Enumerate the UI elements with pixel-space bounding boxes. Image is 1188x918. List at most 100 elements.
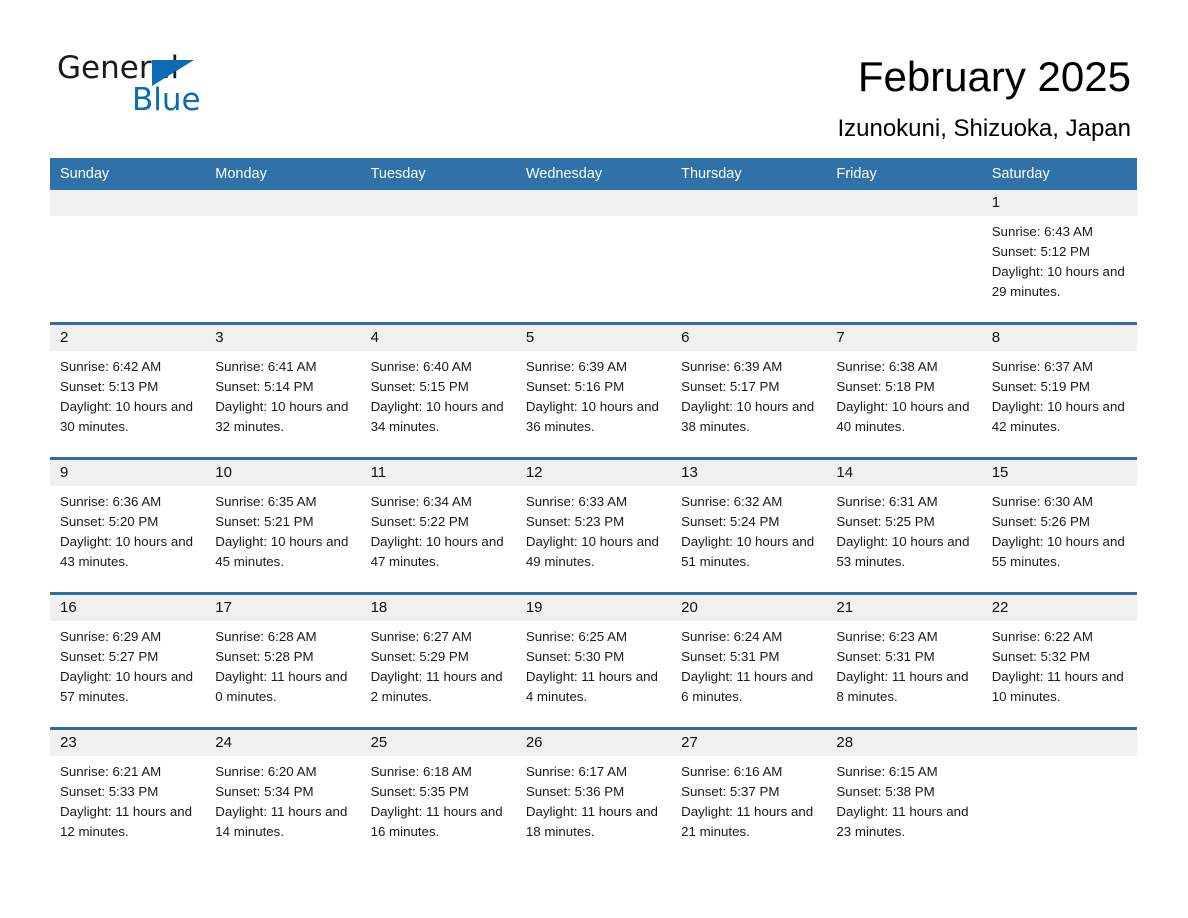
day-number: 11 [360, 460, 516, 486]
day-details: Sunrise: 6:36 AM Sunset: 5:20 PM Daylight:… [50, 486, 205, 572]
sunrise-text: Sunrise: 6:20 AM [215, 764, 317, 779]
weekday-header-sunday: Sunday [50, 158, 206, 190]
calendar-empty-cell [671, 190, 827, 324]
calendar-day-cell[interactable]: 3 Sunrise: 6:41 AM Sunset: 5:14 PM Daylight… [205, 322, 361, 459]
sunset-text: Sunset: 5:34 PM [215, 784, 314, 799]
calendar-day-cell[interactable]: 16 Sunrise: 6:29 AM Sunset: 5:27 PM Dayligh… [50, 592, 206, 729]
daylight-text: Daylight: 10 hours and 34 minutes. [370, 399, 504, 434]
calendar-day-cell[interactable]: 15 Sunrise: 6:30 AM Sunset: 5:26 PM Dayligh… [981, 457, 1137, 594]
sunrise-text: Sunrise: 6:39 AM [681, 359, 783, 374]
daylight-text: Daylight: 10 hours and 55 minutes. [991, 534, 1125, 569]
day-number: 22 [981, 595, 1137, 621]
day-details: Sunrise: 6:18 AM Sunset: 5:35 PM Daylight:… [361, 756, 516, 842]
day-number: 5 [515, 325, 672, 351]
sunrise-text: Sunrise: 6:28 AM [215, 629, 317, 644]
sunset-text: Sunset: 5:38 PM [836, 784, 935, 799]
sunrise-text: Sunrise: 6:40 AM [370, 359, 472, 374]
calendar-day-cell[interactable]: 12 Sunrise: 6:33 AM Sunset: 5:23 PM Dayligh… [515, 457, 672, 594]
weekday-header-friday: Friday [826, 158, 982, 190]
calendar-day-cell[interactable]: 23 Sunrise: 6:21 AM Sunset: 5:33 PM Dayligh… [50, 727, 206, 862]
general-blue-logo[interactable]: General Blue [57, 50, 317, 120]
daylight-text: Daylight: 10 hours and 45 minutes. [215, 534, 349, 569]
day-number: 12 [515, 460, 672, 486]
daylight-text: Daylight: 10 hours and 40 minutes. [836, 399, 970, 434]
sunset-text: Sunset: 5:31 PM [836, 649, 935, 664]
day-number: 28 [826, 730, 982, 756]
sunrise-text: Sunrise: 6:41 AM [215, 359, 317, 374]
sunset-text: Sunset: 5:20 PM [60, 514, 159, 529]
calendar-week-row: 1 Sunrise: 6:43 AM Sunset: 5:12 PM Daylight… [50, 190, 1137, 324]
calendar-day-cell[interactable]: 27 Sunrise: 6:16 AM Sunset: 5:37 PM Dayligh… [671, 727, 827, 862]
sunrise-text: Sunrise: 6:32 AM [681, 494, 783, 509]
sunrise-text: Sunrise: 6:15 AM [836, 764, 938, 779]
day-details: Sunrise: 6:32 AM Sunset: 5:24 PM Daylight:… [671, 486, 826, 572]
calendar-day-cell[interactable]: 22 Sunrise: 6:22 AM Sunset: 5:32 PM Dayligh… [981, 592, 1137, 729]
calendar-day-cell[interactable]: 5 Sunrise: 6:39 AM Sunset: 5:16 PM Daylight… [515, 322, 672, 459]
sunrise-text: Sunrise: 6:42 AM [60, 359, 162, 374]
calendar-day-cell[interactable]: 13 Sunrise: 6:32 AM Sunset: 5:24 PM Dayligh… [671, 457, 827, 594]
calendar-week-row: 23 Sunrise: 6:21 AM Sunset: 5:33 PM Dayligh… [50, 727, 1137, 862]
page-subtitle-location: Izunokuni, Shizuoka, Japan [837, 115, 1131, 142]
daylight-text: Daylight: 10 hours and 42 minutes. [991, 399, 1125, 434]
sunset-text: Sunset: 5:33 PM [60, 784, 159, 799]
sunset-text: Sunset: 5:21 PM [215, 514, 314, 529]
sunrise-text: Sunrise: 6:34 AM [370, 494, 472, 509]
daylight-text: Daylight: 10 hours and 38 minutes. [681, 399, 815, 434]
calendar-day-cell[interactable]: 7 Sunrise: 6:38 AM Sunset: 5:18 PM Daylight… [826, 322, 982, 459]
day-details: Sunrise: 6:34 AM Sunset: 5:22 PM Daylight:… [361, 486, 516, 572]
day-number [981, 730, 1137, 756]
day-number [360, 190, 516, 216]
calendar-day-cell[interactable]: 14 Sunrise: 6:31 AM Sunset: 5:25 PM Dayligh… [826, 457, 982, 594]
calendar-day-cell[interactable]: 10 Sunrise: 6:35 AM Sunset: 5:21 PM Dayligh… [205, 457, 361, 594]
weekday-header-monday: Monday [205, 158, 361, 190]
day-number [826, 190, 982, 216]
calendar-day-cell[interactable]: 18 Sunrise: 6:27 AM Sunset: 5:29 PM Dayligh… [360, 592, 516, 729]
day-number: 4 [360, 325, 516, 351]
calendar-week-row: 2 Sunrise: 6:42 AM Sunset: 5:13 PM Daylight… [50, 322, 1137, 459]
daylight-text: Daylight: 11 hours and 6 minutes. [681, 669, 814, 704]
calendar-day-cell[interactable]: 26 Sunrise: 6:17 AM Sunset: 5:36 PM Dayligh… [515, 727, 672, 862]
calendar-day-cell[interactable]: 21 Sunrise: 6:23 AM Sunset: 5:31 PM Dayligh… [826, 592, 982, 729]
day-number: 8 [981, 325, 1137, 351]
day-number: 26 [515, 730, 672, 756]
day-number: 25 [360, 730, 516, 756]
day-details: Sunrise: 6:22 AM Sunset: 5:32 PM Daylight:… [982, 621, 1137, 707]
day-number: 2 [50, 325, 206, 351]
calendar-grid: Sunday Monday Tuesday Wednesday Thursday… [50, 158, 1137, 862]
day-details: Sunrise: 6:39 AM Sunset: 5:16 PM Daylight:… [516, 351, 671, 437]
calendar-day-cell[interactable]: 24 Sunrise: 6:20 AM Sunset: 5:34 PM Dayligh… [205, 727, 361, 862]
calendar-day-cell[interactable]: 6 Sunrise: 6:39 AM Sunset: 5:17 PM Daylight… [671, 322, 827, 459]
day-details: Sunrise: 6:37 AM Sunset: 5:19 PM Daylight:… [982, 351, 1137, 437]
day-number: 19 [515, 595, 672, 621]
day-number: 6 [671, 325, 827, 351]
daylight-text: Daylight: 10 hours and 53 minutes. [836, 534, 970, 569]
day-number: 24 [205, 730, 361, 756]
weekday-header-saturday: Saturday [981, 158, 1137, 190]
calendar-day-cell[interactable]: 20 Sunrise: 6:24 AM Sunset: 5:31 PM Dayligh… [671, 592, 827, 729]
calendar-day-cell[interactable]: 17 Sunrise: 6:28 AM Sunset: 5:28 PM Dayligh… [205, 592, 361, 729]
calendar-empty-cell [205, 190, 361, 324]
sunset-text: Sunset: 5:32 PM [991, 649, 1090, 664]
calendar-day-cell[interactable]: 19 Sunrise: 6:25 AM Sunset: 5:30 PM Dayligh… [515, 592, 672, 729]
day-details: Sunrise: 6:31 AM Sunset: 5:25 PM Daylight:… [826, 486, 981, 572]
calendar-empty-cell [981, 727, 1137, 862]
calendar-day-cell[interactable]: 11 Sunrise: 6:34 AM Sunset: 5:22 PM Dayligh… [360, 457, 516, 594]
calendar-day-cell[interactable]: 28 Sunrise: 6:15 AM Sunset: 5:38 PM Dayligh… [826, 727, 982, 862]
sunset-text: Sunset: 5:30 PM [525, 649, 625, 664]
calendar-day-cell[interactable]: 8 Sunrise: 6:37 AM Sunset: 5:19 PM Daylight… [981, 322, 1137, 459]
calendar-day-cell[interactable]: 2 Sunrise: 6:42 AM Sunset: 5:13 PM Daylight… [50, 322, 206, 459]
sunset-text: Sunset: 5:27 PM [60, 649, 159, 664]
calendar-empty-cell [50, 190, 206, 324]
calendar-day-cell[interactable]: 1 Sunrise: 6:43 AM Sunset: 5:12 PM Daylight… [981, 190, 1137, 324]
day-details: Sunrise: 6:25 AM Sunset: 5:30 PM Daylight:… [516, 621, 671, 707]
daylight-text: Daylight: 11 hours and 23 minutes. [836, 804, 969, 839]
sunset-text: Sunset: 5:28 PM [215, 649, 314, 664]
day-number: 1 [981, 190, 1137, 216]
day-number: 16 [50, 595, 206, 621]
calendar-day-cell[interactable]: 25 Sunrise: 6:18 AM Sunset: 5:35 PM Dayligh… [360, 727, 516, 862]
calendar-day-cell[interactable]: 4 Sunrise: 6:40 AM Sunset: 5:15 PM Daylight… [360, 322, 516, 459]
calendar-page: General Blue February 2025 Izunokuni, Sh… [0, 0, 1188, 918]
day-number: 18 [360, 595, 516, 621]
calendar-day-cell[interactable]: 9 Sunrise: 6:36 AM Sunset: 5:20 PM Daylight… [50, 457, 206, 594]
page-header: General Blue February 2025 Izunokuni, Sh… [0, 0, 1188, 160]
